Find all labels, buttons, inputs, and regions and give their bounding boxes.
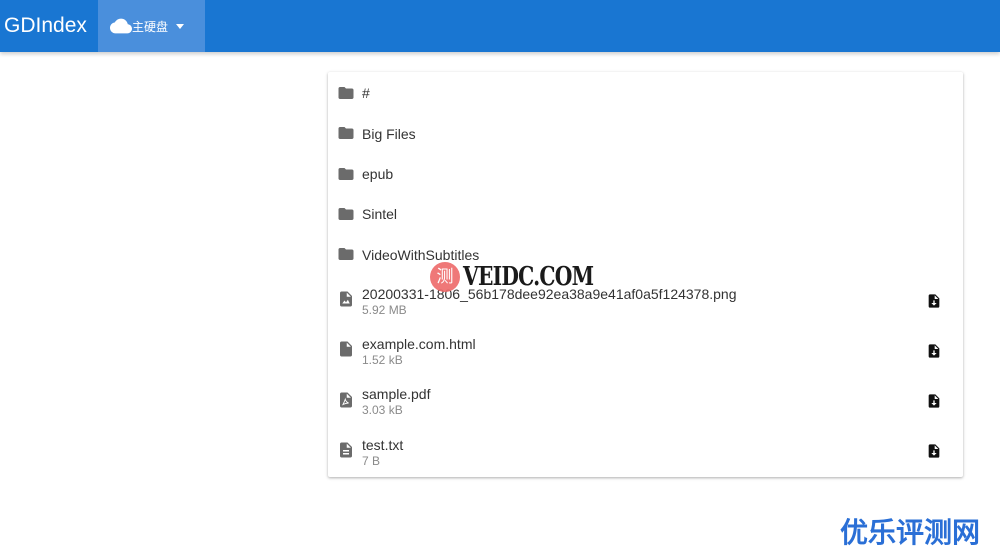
folder-name: Big Files <box>362 126 416 142</box>
download-icon[interactable] <box>926 292 942 310</box>
file-name: example.com.html <box>362 336 476 352</box>
cloud-icon <box>110 18 132 34</box>
image-file-icon <box>340 291 352 307</box>
watermark-text: VEIDC.COM <box>463 262 594 292</box>
file-name: sample.pdf <box>362 386 431 402</box>
corner-watermark: 优乐评测网 <box>840 516 981 549</box>
file-icon <box>340 341 352 357</box>
folder-row[interactable]: VideoWithSubtitles <box>328 232 963 272</box>
pdf-file-icon <box>340 392 352 408</box>
file-name: test.txt <box>362 437 404 453</box>
folder-row[interactable]: epub <box>328 152 963 192</box>
file-size: 5.92 MB <box>362 303 407 317</box>
file-size: 3.03 kB <box>362 403 403 417</box>
download-icon[interactable] <box>926 442 942 460</box>
folder-icon <box>338 248 354 260</box>
folder-row[interactable]: Big Files <box>328 112 963 152</box>
text-file-icon <box>340 442 352 458</box>
app-bar: GDIndex 主硬盘 <box>0 0 1000 52</box>
folder-row[interactable]: # <box>328 72 963 112</box>
folder-name: epub <box>362 166 394 182</box>
watermark-logo: 测 VEIDC.COM <box>430 262 630 292</box>
download-icon[interactable] <box>926 392 942 410</box>
folder-icon <box>338 208 354 220</box>
file-row[interactable]: 20200331-1806_56b178dee92ea38a9e41af0a5f… <box>328 274 963 324</box>
drive-selector-button[interactable]: 主硬盘 <box>98 0 205 52</box>
file-row[interactable]: sample.pdf 3.03 kB <box>328 374 963 424</box>
watermark-badge: 测 <box>430 262 460 292</box>
folder-row[interactable]: Sintel <box>328 192 963 232</box>
file-list: # Big Files epub Sintel VideoWithSubtitl… <box>328 72 963 477</box>
file-row[interactable]: example.com.html 1.52 kB <box>328 324 963 374</box>
file-size: 1.52 kB <box>362 353 403 367</box>
file-row[interactable]: test.txt 7 B <box>328 424 963 474</box>
folder-icon <box>338 127 354 139</box>
download-icon[interactable] <box>926 342 942 360</box>
folder-name: VideoWithSubtitles <box>362 247 480 263</box>
folder-name: # <box>362 85 370 101</box>
chevron-down-icon <box>176 24 185 29</box>
folder-icon <box>338 87 354 99</box>
drive-selector-label: 主硬盘 <box>132 19 169 34</box>
folder-name: Sintel <box>362 206 398 222</box>
file-size: 7 B <box>362 454 381 468</box>
folder-icon <box>338 168 354 180</box>
app-title[interactable]: GDIndex <box>4 13 87 39</box>
